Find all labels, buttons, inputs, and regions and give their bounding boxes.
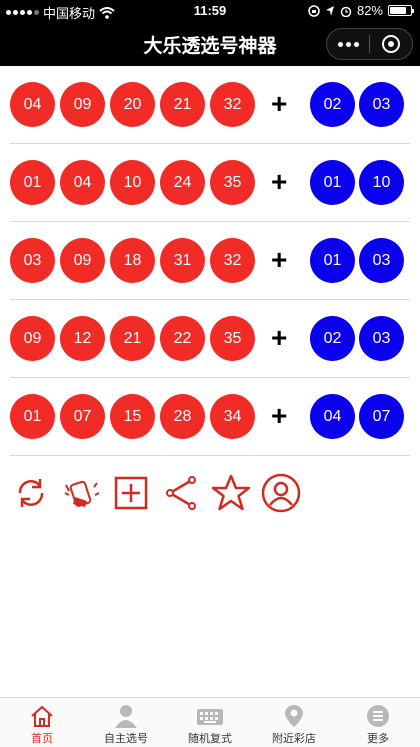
favorite-button[interactable]: [210, 472, 252, 514]
plus-separator: +: [271, 88, 288, 119]
alarm-icon: [340, 6, 352, 17]
location-arrow-icon: [325, 5, 334, 16]
red-ball: 34: [210, 394, 255, 439]
battery-percent: 82%: [356, 3, 383, 18]
tab-random[interactable]: 随机复式: [168, 698, 252, 747]
more-dots-icon: [337, 41, 359, 47]
action-toolbar: [10, 472, 302, 514]
blue-ball: 03: [359, 316, 404, 361]
share-button[interactable]: [160, 472, 202, 514]
miniprogram-capsule: [326, 28, 413, 60]
ticket-list: 04 09 20 21 32 +02 03 01 04 10 24 35 +01 10 03 09 18 31 32…: [10, 66, 410, 456]
battery-icon: [388, 5, 414, 16]
red-ball: 04: [10, 82, 55, 127]
add-icon: [114, 476, 148, 510]
nav-bar: 大乐透选号神器: [0, 22, 420, 66]
ticket-row: 01 04 10 24 35 +01 10: [10, 144, 410, 222]
more-button[interactable]: [327, 41, 369, 47]
red-ball: 01: [10, 394, 55, 439]
red-ball: 07: [60, 394, 105, 439]
close-miniprogram-button[interactable]: [370, 35, 412, 53]
tab-nearby[interactable]: 附近彩店: [252, 698, 336, 747]
plus-separator: +: [271, 400, 288, 431]
red-ball: 21: [160, 82, 205, 127]
lock-rotation-icon: [308, 4, 320, 17]
user-icon: [261, 473, 301, 513]
blue-ball: 10: [359, 160, 404, 205]
blue-ball: 03: [359, 238, 404, 283]
keyboard-icon: [197, 709, 223, 725]
ticket-row: 01 07 15 28 34 +04 07: [10, 378, 410, 456]
tab-home[interactable]: 首页: [0, 698, 84, 747]
share-icon: [166, 476, 196, 510]
status-right: 82%: [308, 3, 414, 18]
tab-self-pick-label: 自主选号: [104, 733, 148, 745]
red-ball: 12: [60, 316, 105, 361]
plus-separator: +: [271, 244, 288, 275]
red-ball: 31: [160, 238, 205, 283]
tab-more-label: 更多: [367, 733, 389, 745]
red-ball: 24: [160, 160, 205, 205]
red-ball: 03: [10, 238, 55, 283]
red-ball: 04: [60, 160, 105, 205]
blue-ball: 03: [359, 82, 404, 127]
blue-ball: 02: [310, 82, 355, 127]
red-ball: 32: [210, 238, 255, 283]
ticket-row: 04 09 20 21 32 +02 03: [10, 66, 410, 144]
red-ball: 01: [10, 160, 55, 205]
star-icon: [211, 474, 251, 511]
tab-bar: 首页 自主选号 随机复式 附近彩店 更多: [0, 697, 420, 747]
red-ball: 21: [110, 316, 155, 361]
tab-random-label: 随机复式: [188, 733, 232, 745]
profile-button[interactable]: [260, 472, 302, 514]
red-ball: 28: [160, 394, 205, 439]
status-bar: 中国移动 11:59 82%: [0, 0, 420, 22]
refresh-icon: [18, 479, 44, 507]
tab-home-label: 首页: [31, 733, 53, 745]
shake-button[interactable]: [60, 472, 102, 514]
person-icon: [115, 705, 137, 728]
blue-ball: 01: [310, 160, 355, 205]
shake-icon: [64, 480, 100, 507]
home-icon: [31, 705, 53, 727]
tab-more[interactable]: 更多: [336, 698, 420, 747]
tab-nearby-label: 附近彩店: [272, 733, 316, 745]
red-ball: 35: [210, 160, 255, 205]
ticket-row: 09 12 21 22 35 +02 03: [10, 300, 410, 378]
plus-separator: +: [271, 166, 288, 197]
blue-ball: 01: [310, 238, 355, 283]
blue-ball: 02: [310, 316, 355, 361]
red-ball: 15: [110, 394, 155, 439]
tab-self-pick[interactable]: 自主选号: [84, 698, 168, 747]
red-ball: 09: [10, 316, 55, 361]
red-ball: 22: [160, 316, 205, 361]
refresh-button[interactable]: [10, 472, 52, 514]
red-ball: 10: [110, 160, 155, 205]
red-ball: 18: [110, 238, 155, 283]
target-icon: [382, 35, 400, 53]
red-ball: 20: [110, 82, 155, 127]
red-ball: 09: [60, 82, 105, 127]
add-button[interactable]: [110, 472, 152, 514]
blue-ball: 04: [310, 394, 355, 439]
location-icon: [285, 705, 303, 727]
red-ball: 32: [210, 82, 255, 127]
menu-icon: [367, 705, 389, 727]
plus-separator: +: [271, 322, 288, 353]
ticket-row: 03 09 18 31 32 +01 03: [10, 222, 410, 300]
red-ball: 35: [210, 316, 255, 361]
blue-ball: 07: [359, 394, 404, 439]
red-ball: 09: [60, 238, 105, 283]
